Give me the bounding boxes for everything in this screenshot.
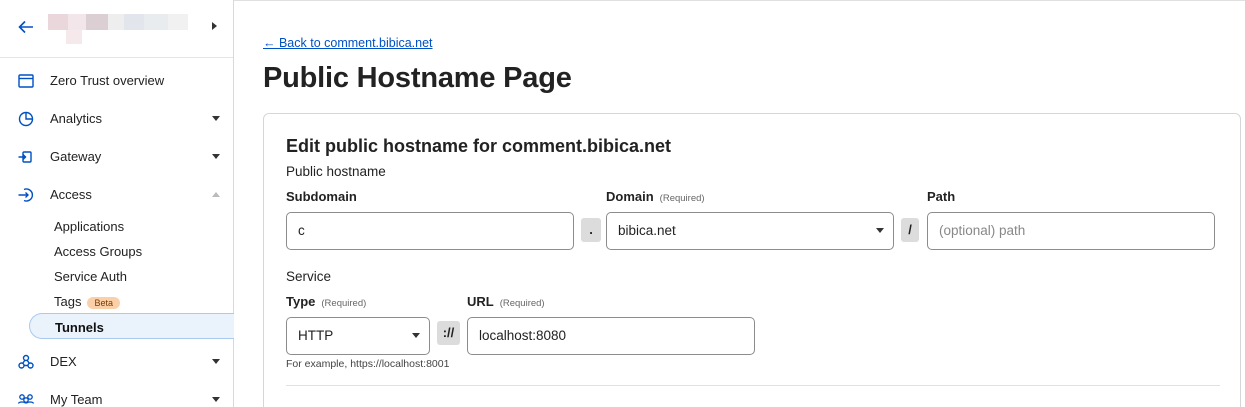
sidebar-item-zero-trust-overview[interactable]: Zero Trust overview (0, 65, 233, 97)
browser-window-icon (17, 72, 35, 90)
sidebar-item-label: Access (50, 187, 92, 202)
path-input[interactable]: (optional) path (927, 212, 1215, 250)
edit-hostname-card: Edit public hostname for comment.bibica.… (263, 113, 1241, 407)
subdomain-input[interactable]: c (286, 212, 574, 250)
account-name-redacted[interactable] (48, 14, 190, 44)
sidebar-item-label: Zero Trust overview (50, 73, 165, 88)
sidebar-subitem-label: Tags (54, 294, 82, 309)
service-label: Service (286, 269, 332, 284)
back-arrow-icon[interactable] (16, 17, 36, 37)
sidebar-item-gateway[interactable]: Gateway (0, 141, 233, 173)
url-label-text: URL (467, 294, 494, 309)
sidebar-item-label: DEX (50, 354, 77, 369)
chevron-down-icon[interactable] (212, 116, 220, 121)
domain-label-text: Domain (606, 189, 654, 204)
page-title: Public Hostname Page (263, 62, 572, 94)
chevron-down-icon (412, 333, 420, 338)
type-label-text: Type (286, 294, 316, 309)
sidebar-item-label: My Team (50, 392, 103, 407)
sidebar-subitem-label: Tunnels (55, 320, 104, 335)
top-divider (234, 0, 1245, 1)
domain-label: Domain (Required) (606, 189, 705, 204)
sidebar-subitem-tags[interactable]: Tags Beta (54, 294, 120, 309)
type-hint: For example, https://localhost:8001 (286, 358, 450, 370)
chevron-down-icon[interactable] (212, 397, 220, 402)
sidebar-item-label: Analytics (50, 111, 103, 126)
domain-select[interactable]: bibica.net (606, 212, 894, 250)
type-select-value: HTTP (298, 328, 334, 343)
card-divider (286, 385, 1220, 386)
type-label: Type (Required) (286, 294, 366, 309)
sidebar-item-access[interactable]: Access (0, 179, 233, 211)
path-label: Path (927, 189, 955, 204)
subdomain-label-text: Subdomain (286, 189, 357, 204)
public-hostname-label: Public hostname (286, 164, 386, 179)
sidebar-subitem-applications[interactable]: Applications (54, 219, 124, 234)
url-input[interactable]: localhost:8080 (467, 317, 755, 355)
required-note: (Required) (659, 193, 705, 204)
chevron-down-icon[interactable] (212, 154, 220, 159)
sidebar-subitem-access-groups[interactable]: Access Groups (54, 244, 142, 259)
access-login-icon (17, 186, 35, 204)
main-content: ← Back to comment.bibica.net Public Host… (234, 0, 1245, 407)
beta-badge: Beta (87, 296, 120, 309)
pie-chart-icon (17, 110, 35, 128)
team-icon (17, 391, 35, 407)
subdomain-label: Subdomain (286, 189, 357, 204)
dot-separator: . (581, 218, 601, 242)
domain-select-value: bibica.net (618, 223, 676, 238)
sidebar: Zero Trust overview Analytics Gateway Ac… (0, 0, 234, 407)
account-header (0, 0, 233, 56)
gateway-icon (17, 148, 35, 166)
network-nodes-icon (17, 353, 35, 371)
account-caret-icon[interactable] (212, 22, 217, 30)
sidebar-item-my-team[interactable]: My Team (0, 384, 233, 407)
chevron-down-icon (876, 228, 884, 233)
sidebar-item-analytics[interactable]: Analytics (0, 103, 233, 135)
sidebar-item-dex[interactable]: DEX (0, 346, 233, 378)
chevron-down-icon[interactable] (212, 359, 220, 364)
required-note: (Required) (499, 298, 545, 309)
sidebar-subitem-service-auth[interactable]: Service Auth (54, 269, 127, 284)
back-link[interactable]: ← Back to comment.bibica.net (263, 36, 433, 50)
url-label: URL (Required) (467, 294, 545, 309)
chevron-up-icon[interactable] (212, 192, 220, 197)
required-note: (Required) (321, 298, 367, 309)
sidebar-item-label: Gateway (50, 149, 102, 164)
sidebar-subitem-tunnels[interactable]: Tunnels (29, 313, 234, 339)
sidebar-divider (0, 57, 233, 58)
slash-separator: / (901, 218, 919, 242)
path-label-text: Path (927, 189, 956, 204)
scheme-separator: :// (437, 321, 460, 345)
type-select[interactable]: HTTP (286, 317, 430, 355)
card-title: Edit public hostname for comment.bibica.… (286, 136, 672, 156)
